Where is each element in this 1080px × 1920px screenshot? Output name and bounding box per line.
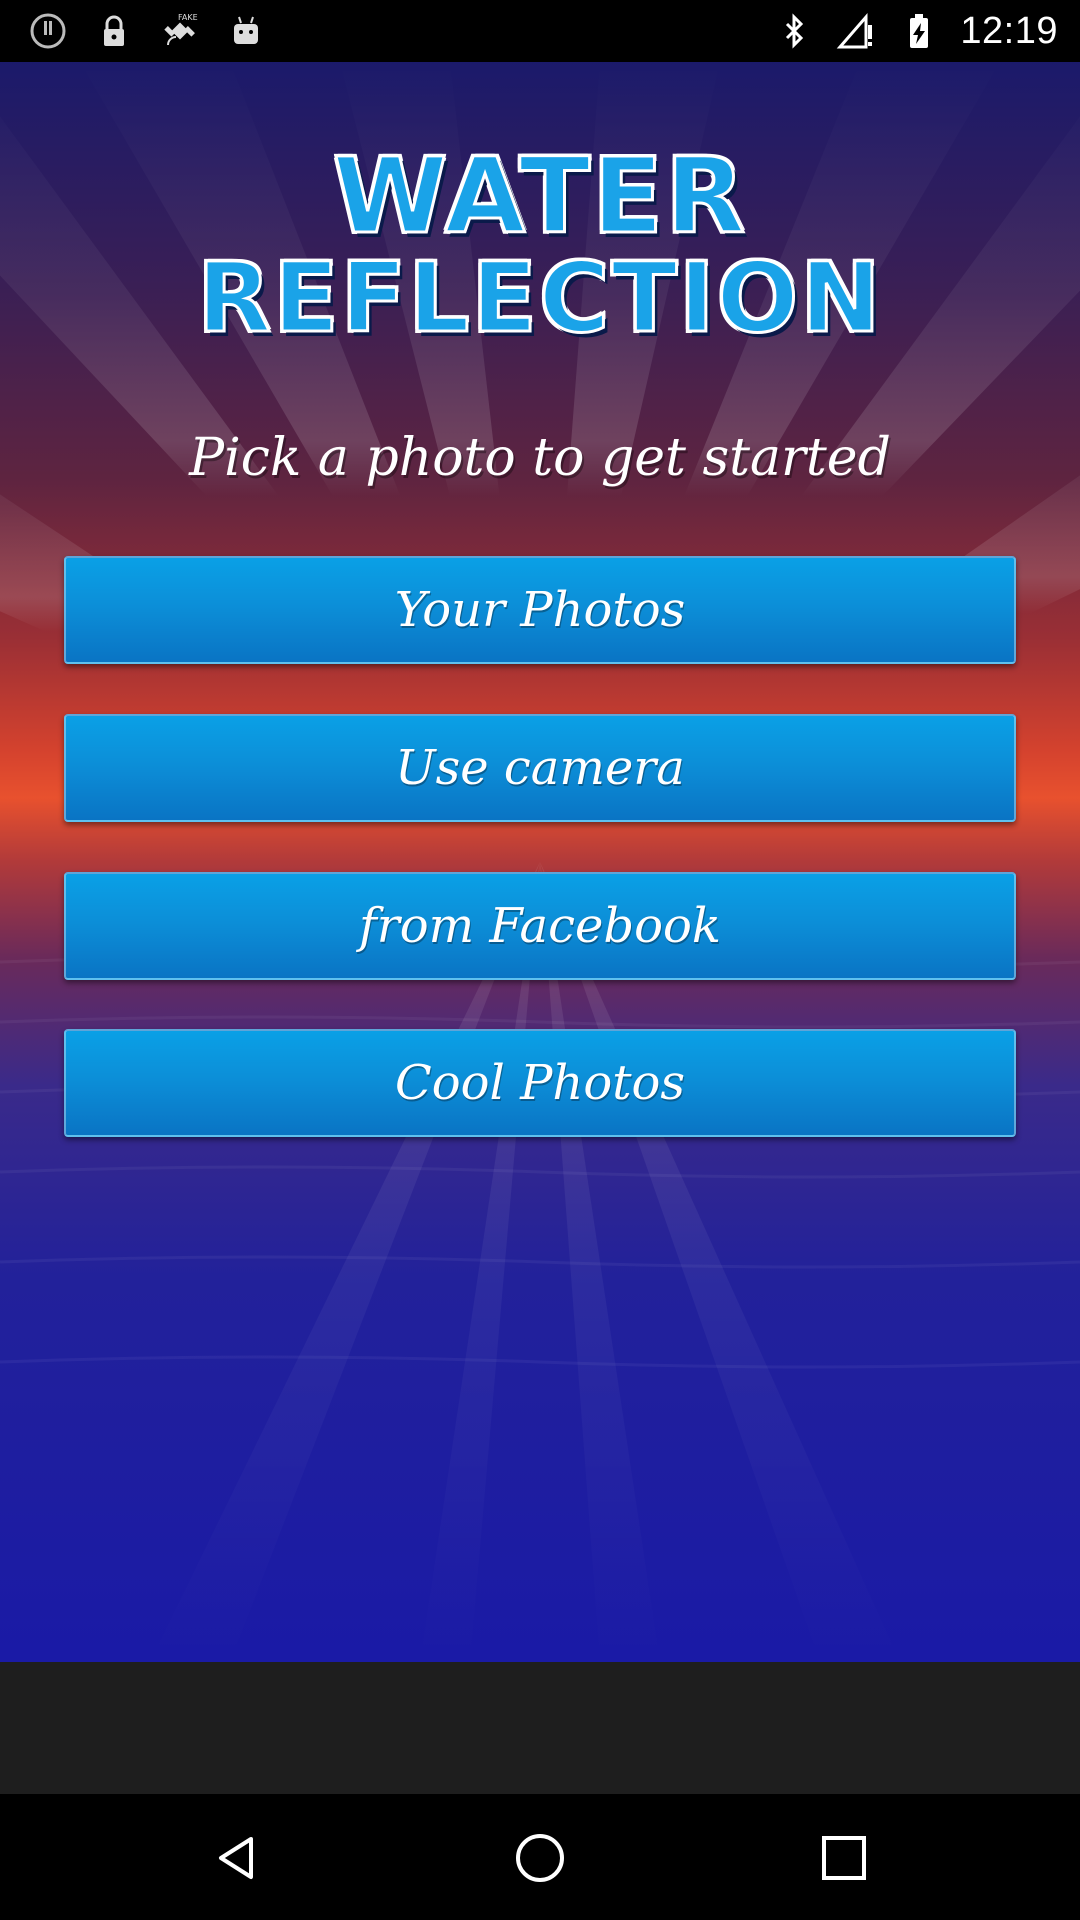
navigation-bar [0, 1794, 1080, 1920]
recents-button[interactable] [804, 1818, 884, 1898]
svg-text:FAKE: FAKE [178, 13, 198, 22]
recents-icon [822, 1836, 866, 1880]
status-time: 12:19 [960, 9, 1058, 52]
use-camera-button[interactable]: Use camera [64, 714, 1016, 822]
status-right-icons: 12:19 [774, 10, 1058, 52]
from-facebook-button[interactable]: from Facebook [64, 872, 1016, 980]
title-line-2: Reflection [196, 242, 883, 354]
back-button[interactable] [196, 1818, 276, 1898]
your-photos-button[interactable]: Your Photos [64, 556, 1016, 664]
home-icon [516, 1834, 564, 1882]
status-bar: FAKE 12:19 [0, 0, 1080, 62]
info-icon [30, 13, 66, 49]
bluetooth-icon [786, 13, 804, 49]
cool-photos-button[interactable]: Cool Photos [64, 1029, 1016, 1137]
android-icon [234, 16, 258, 44]
no-signal-icon [837, 12, 873, 49]
home-button[interactable] [500, 1818, 580, 1898]
ad-banner-area [0, 1662, 1080, 1794]
lock-icon [104, 15, 124, 46]
screen: FAKE 12:19 WATER REFLECTION Pick a photo… [0, 0, 1080, 1920]
title-line-1: Water [331, 135, 748, 257]
app-title-logo: Water Reflection [0, 122, 1080, 354]
back-icon [219, 1837, 253, 1879]
status-left-icons: FAKE [28, 10, 266, 52]
subtitle: Pick a photo to get started [189, 428, 891, 488]
battery-charging-icon [910, 14, 929, 48]
fake-gps-icon: FAKE [164, 13, 198, 46]
app-background: Water Reflection Pick a photo to get sta… [0, 62, 1080, 1662]
